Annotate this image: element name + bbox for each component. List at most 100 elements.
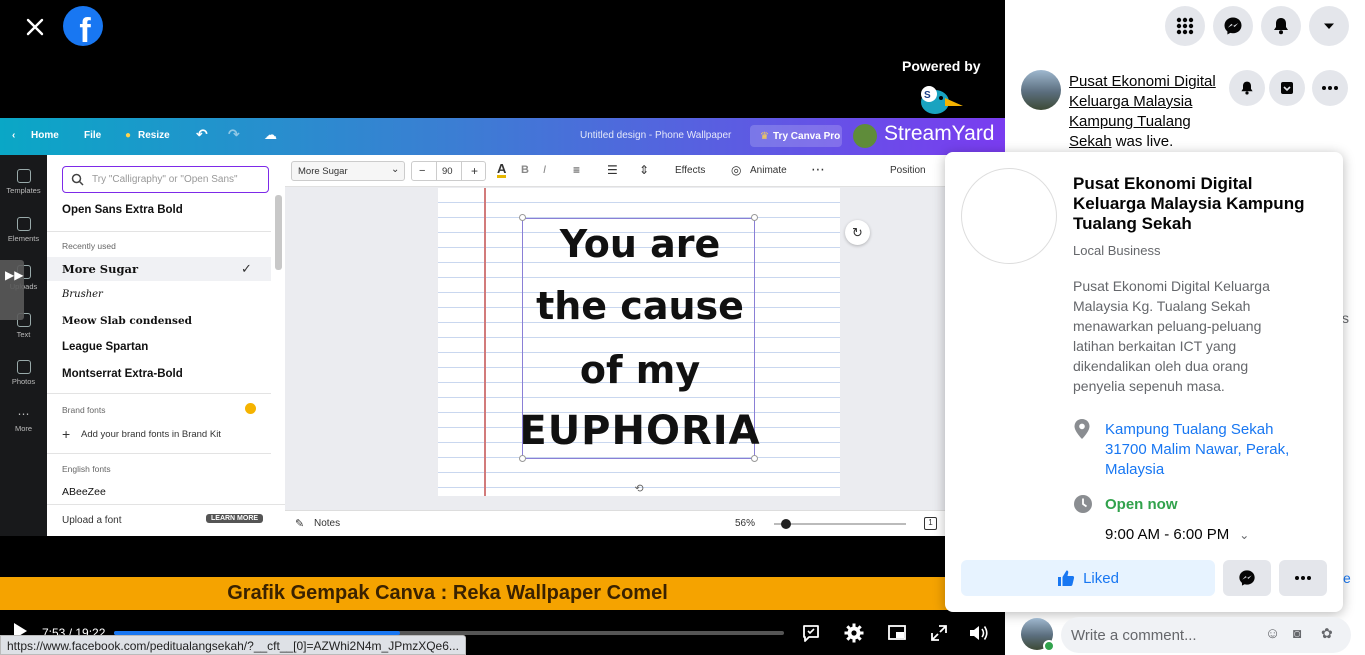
- close-viewer-button[interactable]: [18, 10, 52, 44]
- notify-button[interactable]: [1229, 70, 1265, 106]
- font-option[interactable]: Open Sans Extra Bold: [62, 204, 183, 216]
- card-message-button[interactable]: [1223, 560, 1271, 596]
- thumbs-up-icon: [1058, 570, 1075, 586]
- chevron-down-icon: ⌄: [1239, 528, 1250, 542]
- collapse-panel-handle[interactable]: ▶▶: [0, 260, 24, 320]
- post-options-button[interactable]: [1312, 70, 1348, 106]
- comment-input[interactable]: Write a comment... ☺ ◙ ✿: [1061, 617, 1351, 653]
- fullscreen-button[interactable]: [928, 622, 954, 646]
- align-center-icon[interactable]: ≡: [573, 163, 580, 177]
- elements-icon: [16, 217, 31, 231]
- crown-icon: ●: [125, 130, 132, 141]
- rail-templates[interactable]: Templates: [0, 169, 47, 195]
- emoji-icon[interactable]: ☺: [1265, 625, 1280, 642]
- caret-down-icon: [1324, 23, 1334, 29]
- canva-text-toolbar: More Sugar ⌄ − 90 + A B I ≡ ☰ ⇕ Effects …: [285, 155, 1005, 187]
- sticker-icon[interactable]: ✿: [1321, 625, 1333, 642]
- font-size-stepper[interactable]: − 90 +: [411, 161, 486, 181]
- messenger-button[interactable]: [1213, 6, 1253, 46]
- zoom-slider-thumb[interactable]: [781, 519, 791, 529]
- resize-handle[interactable]: [519, 455, 526, 462]
- save-post-button[interactable]: [1269, 70, 1305, 106]
- learn-more-badge[interactable]: LEARN MORE: [206, 514, 264, 523]
- font-option-brusher[interactable]: Brusher: [62, 289, 103, 300]
- effects-button[interactable]: Effects: [675, 165, 705, 176]
- post-header-title: Pusat Ekonomi Digital Keluarga Malaysia …: [1069, 72, 1229, 152]
- undo-icon[interactable]: ↶: [196, 126, 208, 143]
- search-icon: [71, 173, 84, 186]
- resize-handle[interactable]: [519, 214, 526, 221]
- list-icon[interactable]: ☰: [607, 163, 618, 177]
- rail-elements[interactable]: Elements: [0, 217, 47, 243]
- card-more-button[interactable]: [1279, 560, 1327, 596]
- menu-button[interactable]: [1165, 6, 1205, 46]
- messenger-icon: [1224, 17, 1242, 35]
- divider: [47, 231, 271, 232]
- picture-in-picture-button[interactable]: [886, 622, 912, 646]
- canva-nav-home[interactable]: Home: [31, 130, 59, 141]
- page-count-badge[interactable]: 1: [924, 517, 937, 530]
- font-option-league-spartan[interactable]: League Spartan: [62, 341, 148, 353]
- liked-button[interactable]: Liked: [961, 560, 1215, 596]
- rail-photos[interactable]: Photos: [0, 360, 47, 386]
- streamyard-wordmark: StreamYard: [884, 122, 995, 145]
- canva-nav-resize[interactable]: Resize: [138, 130, 170, 141]
- panel-scrollbar[interactable]: [275, 195, 282, 270]
- notifications-button[interactable]: [1261, 6, 1301, 46]
- notes-icon: ✎: [295, 518, 305, 530]
- animate-button[interactable]: Animate: [750, 165, 787, 176]
- try-canva-pro-button[interactable]: ♛ Try Canva Pro: [750, 125, 842, 147]
- rail-more[interactable]: ⋯ More: [0, 407, 47, 433]
- svg-text:S: S: [924, 90, 931, 101]
- font-option-montserrat[interactable]: Montserrat Extra-Bold: [62, 368, 183, 380]
- captions-button[interactable]: [800, 622, 826, 646]
- notebook-margin-line: [484, 188, 486, 496]
- redo-icon[interactable]: ↷: [228, 126, 240, 143]
- font-family-select[interactable]: More Sugar ⌄: [291, 161, 405, 181]
- add-brand-fonts-link[interactable]: Add your brand fonts in Brand Kit: [81, 429, 221, 440]
- font-option-abeezee[interactable]: ABeeZee: [62, 486, 106, 498]
- grid-menu-icon: [1176, 17, 1194, 35]
- hours-value: 9:00 AM - 6:00 PM: [1105, 526, 1230, 543]
- zoom-slider[interactable]: [774, 523, 906, 525]
- plus-icon[interactable]: +: [471, 164, 478, 178]
- spacing-icon[interactable]: ⇕: [639, 163, 649, 177]
- close-icon: [26, 18, 44, 36]
- rotate-icon[interactable]: ↻: [845, 220, 870, 245]
- notes-button[interactable]: Notes: [314, 518, 340, 529]
- hours-dropdown[interactable]: 9:00 AM - 6:00 PM ⌄: [1105, 526, 1249, 543]
- account-button[interactable]: [1309, 6, 1349, 46]
- minus-icon[interactable]: −: [419, 165, 425, 177]
- camera-icon[interactable]: ◙: [1293, 625, 1301, 641]
- volume-button[interactable]: [967, 622, 993, 646]
- page-avatar[interactable]: [1021, 70, 1061, 110]
- canva-header: ‹ Home File ● Resize ↶ ↷ ☁ Untitled desi…: [0, 118, 1005, 155]
- rotate-handle-icon[interactable]: ⟲: [631, 482, 647, 496]
- more-options-icon[interactable]: ⋯: [811, 161, 825, 178]
- chevron-left-icon[interactable]: ‹: [12, 130, 15, 141]
- resize-handle[interactable]: [751, 455, 758, 462]
- canva-design-title[interactable]: Untitled design - Phone Wallpaper: [580, 130, 731, 141]
- card-page-name[interactable]: Pusat Ekonomi Digital Keluarga Malaysia …: [1073, 174, 1323, 234]
- font-search-placeholder: Try "Calligraphy" or "Open Sans": [92, 174, 238, 185]
- text-color-icon[interactable]: A: [497, 162, 507, 178]
- font-search-input[interactable]: Try "Calligraphy" or "Open Sans": [62, 166, 269, 193]
- facebook-logo-icon[interactable]: f: [63, 6, 103, 46]
- bold-icon[interactable]: B: [521, 164, 529, 176]
- upload-font-link[interactable]: Upload a font: [62, 515, 122, 526]
- more-dots-icon: [1295, 576, 1311, 580]
- card-avatar[interactable]: [961, 168, 1057, 264]
- archive-box-icon: [1281, 82, 1293, 94]
- font-option-meow-slab[interactable]: Meow Slab condensed: [62, 315, 192, 327]
- resize-handle[interactable]: [751, 214, 758, 221]
- recently-used-heading: Recently used: [62, 241, 116, 251]
- canva-nav-file[interactable]: File: [84, 130, 101, 141]
- settings-button[interactable]: [843, 622, 869, 646]
- more-dots-icon: [1322, 86, 1338, 90]
- position-button[interactable]: Position: [890, 165, 926, 176]
- font-option-more-sugar[interactable]: More Sugar: [62, 262, 138, 276]
- location-pin-icon: [1073, 418, 1091, 440]
- card-address-link[interactable]: Kampung Tualang Sekah 31700 Malim Nawar,…: [1105, 420, 1305, 480]
- italic-icon[interactable]: I: [543, 164, 546, 176]
- canva-user-avatar[interactable]: [853, 124, 877, 148]
